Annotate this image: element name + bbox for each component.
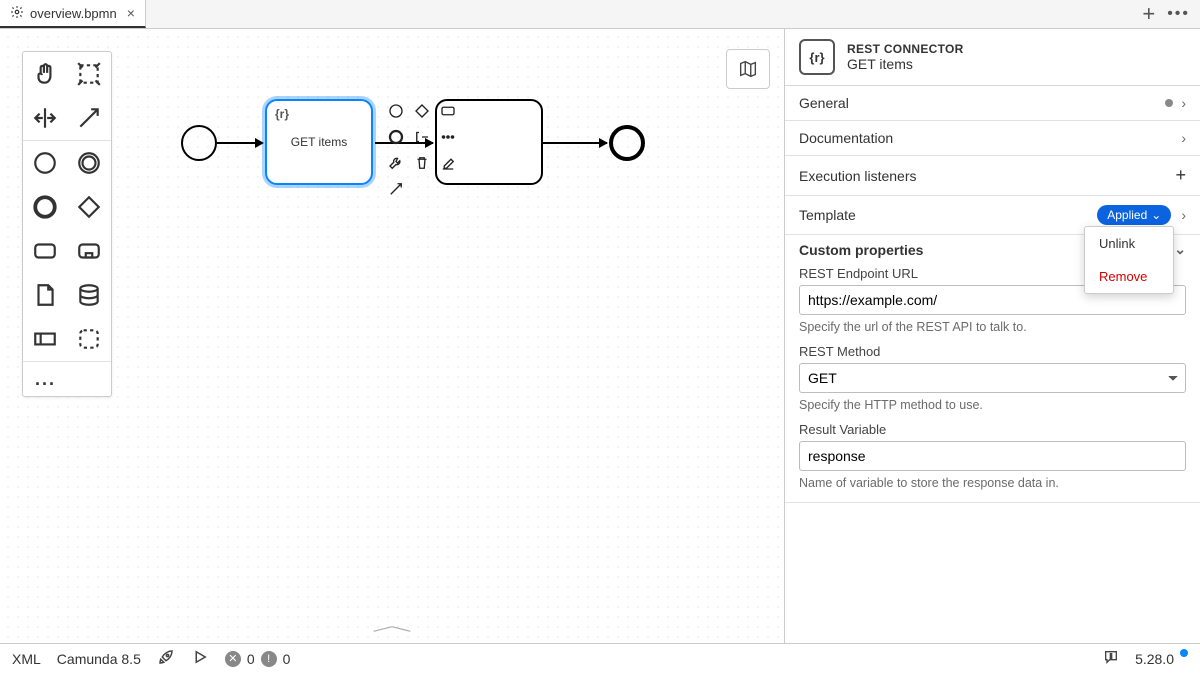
element-type-label: REST CONNECTOR: [847, 42, 964, 56]
pool-tool[interactable]: [23, 317, 67, 361]
resultvar-hint: Name of variable to store the response d…: [799, 476, 1186, 490]
color-icon[interactable]: [436, 151, 460, 175]
panel-resize-handle[interactable]: [369, 621, 415, 639]
custom-properties-title: Custom properties: [799, 242, 923, 258]
update-dot-icon: [1180, 649, 1188, 657]
start-event-tool[interactable]: [23, 141, 67, 185]
engine-selector[interactable]: Camunda 8.5: [57, 651, 141, 667]
end-event-node[interactable]: [609, 125, 645, 161]
append-event-icon[interactable]: [384, 99, 408, 123]
intermediate-event-tool[interactable]: [67, 141, 111, 185]
error-icon: ✕: [225, 651, 241, 667]
context-pad: [384, 99, 460, 201]
props-header: {r} REST CONNECTOR GET items: [785, 29, 1200, 86]
section-execution-listeners[interactable]: Execution listeners +: [785, 156, 1200, 196]
menu-unlink[interactable]: Unlink: [1085, 227, 1173, 260]
new-tab-button[interactable]: +: [1142, 1, 1155, 27]
close-icon[interactable]: ×: [127, 5, 135, 21]
section-template[interactable]: Template Applied ⌄ › Unlink Remove: [785, 196, 1200, 235]
change-type-icon[interactable]: [436, 125, 460, 149]
indicator-dot: [1165, 99, 1173, 107]
tool-palette: ...: [22, 51, 112, 397]
lasso-tool[interactable]: [67, 52, 111, 96]
sequence-flow[interactable]: [543, 142, 607, 144]
chevron-right-icon: ›: [1181, 207, 1186, 223]
tab-label: overview.bpmn: [30, 6, 117, 21]
subprocess-tool[interactable]: [67, 229, 111, 273]
task-tool[interactable]: [23, 229, 67, 273]
wrench-icon[interactable]: [384, 151, 408, 175]
gateway-tool[interactable]: [67, 185, 111, 229]
chevron-down-icon[interactable]: ⌄: [1174, 241, 1186, 258]
minimap-toggle[interactable]: [726, 49, 770, 89]
group-tool[interactable]: [67, 317, 111, 361]
resultvar-input[interactable]: [799, 441, 1186, 471]
problems-group[interactable]: ✕ 0 ! 0: [225, 651, 291, 667]
rest-icon: {r}: [275, 107, 289, 121]
data-object-tool[interactable]: [23, 273, 67, 317]
delete-icon[interactable]: [410, 151, 434, 175]
menu-remove[interactable]: Remove: [1085, 260, 1173, 293]
sequence-flow[interactable]: [217, 142, 263, 144]
element-type-badge: {r}: [799, 39, 835, 75]
method-select[interactable]: GET: [799, 363, 1186, 393]
task-label: GET items: [291, 135, 347, 149]
start-event-node[interactable]: [181, 125, 217, 161]
tab-overview[interactable]: overview.bpmn ×: [0, 0, 146, 28]
data-store-tool[interactable]: [67, 273, 111, 317]
task-node-get-items[interactable]: {r} GET items: [265, 99, 373, 185]
connect-icon[interactable]: [384, 177, 408, 201]
append-gateway-icon[interactable]: [410, 99, 434, 123]
method-label: REST Method: [799, 344, 1186, 359]
append-end-event-icon[interactable]: [384, 125, 408, 149]
properties-panel: {r} REST CONNECTOR GET items General › D…: [784, 29, 1200, 643]
chevron-right-icon: ›: [1181, 130, 1186, 146]
xml-toggle[interactable]: XML: [12, 651, 41, 667]
space-tool[interactable]: [23, 96, 67, 140]
hand-tool[interactable]: [23, 52, 67, 96]
section-documentation[interactable]: Documentation ›: [785, 121, 1200, 156]
status-bar: XML Camunda 8.5 ✕ 0 ! 0 5.28.0: [0, 643, 1200, 673]
url-hint: Specify the url of the REST API to talk …: [799, 320, 1186, 334]
section-general[interactable]: General ›: [785, 86, 1200, 121]
chevron-right-icon: ›: [1181, 95, 1186, 111]
tab-bar: overview.bpmn × + •••: [0, 0, 1200, 29]
template-dropdown-menu: Unlink Remove: [1084, 226, 1174, 294]
connect-tool[interactable]: [67, 96, 111, 140]
end-event-tool[interactable]: [23, 185, 67, 229]
resultvar-label: Result Variable: [799, 422, 1186, 437]
chevron-down-icon: ⌄: [1151, 208, 1161, 222]
version-label[interactable]: 5.28.0: [1135, 651, 1188, 667]
deploy-icon[interactable]: [157, 648, 175, 669]
method-hint: Specify the HTTP method to use.: [799, 398, 1186, 412]
more-menu-icon[interactable]: •••: [1167, 5, 1190, 23]
append-task-icon[interactable]: [436, 99, 460, 123]
template-applied-pill[interactable]: Applied ⌄: [1097, 205, 1171, 225]
palette-more[interactable]: ...: [23, 362, 111, 396]
element-name: GET items: [847, 56, 964, 72]
warning-icon: !: [261, 651, 277, 667]
feedback-icon[interactable]: [1103, 649, 1119, 668]
gear-icon: [10, 5, 24, 22]
add-icon[interactable]: +: [1175, 165, 1186, 186]
run-icon[interactable]: [191, 648, 209, 669]
diagram-canvas[interactable]: ... {r} GET items: [0, 29, 784, 643]
annotation-icon[interactable]: [410, 125, 434, 149]
